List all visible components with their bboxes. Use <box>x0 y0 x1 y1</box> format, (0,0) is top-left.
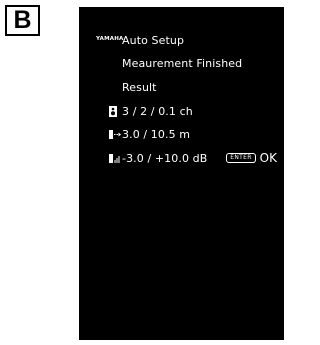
measurement-status: Meaurement Finished <box>122 56 243 70</box>
receiver-display-screen: YAMAHA Auto Setup Meaurement Finished Re… <box>79 7 284 340</box>
confirm-ok-control[interactable]: ENTER OK <box>226 150 277 166</box>
distance-value: 3.0 / 10.5 m <box>122 127 191 141</box>
yamaha-logo-icon: YAMAHA <box>96 36 124 43</box>
ok-label: OK <box>259 151 277 165</box>
figure-label-b: B <box>5 5 40 36</box>
speaker-icon <box>109 105 117 117</box>
enter-key-icon: ENTER <box>226 153 256 163</box>
result-heading: Result <box>122 80 157 94</box>
speaker-level-icon <box>109 153 121 164</box>
level-value: -3.0 / +10.0 dB <box>122 151 208 165</box>
auto-setup-title: Auto Setup <box>122 33 185 47</box>
channels-value: 3 / 2 / 0.1 ch <box>122 104 193 118</box>
speaker-distance-icon <box>109 129 121 140</box>
